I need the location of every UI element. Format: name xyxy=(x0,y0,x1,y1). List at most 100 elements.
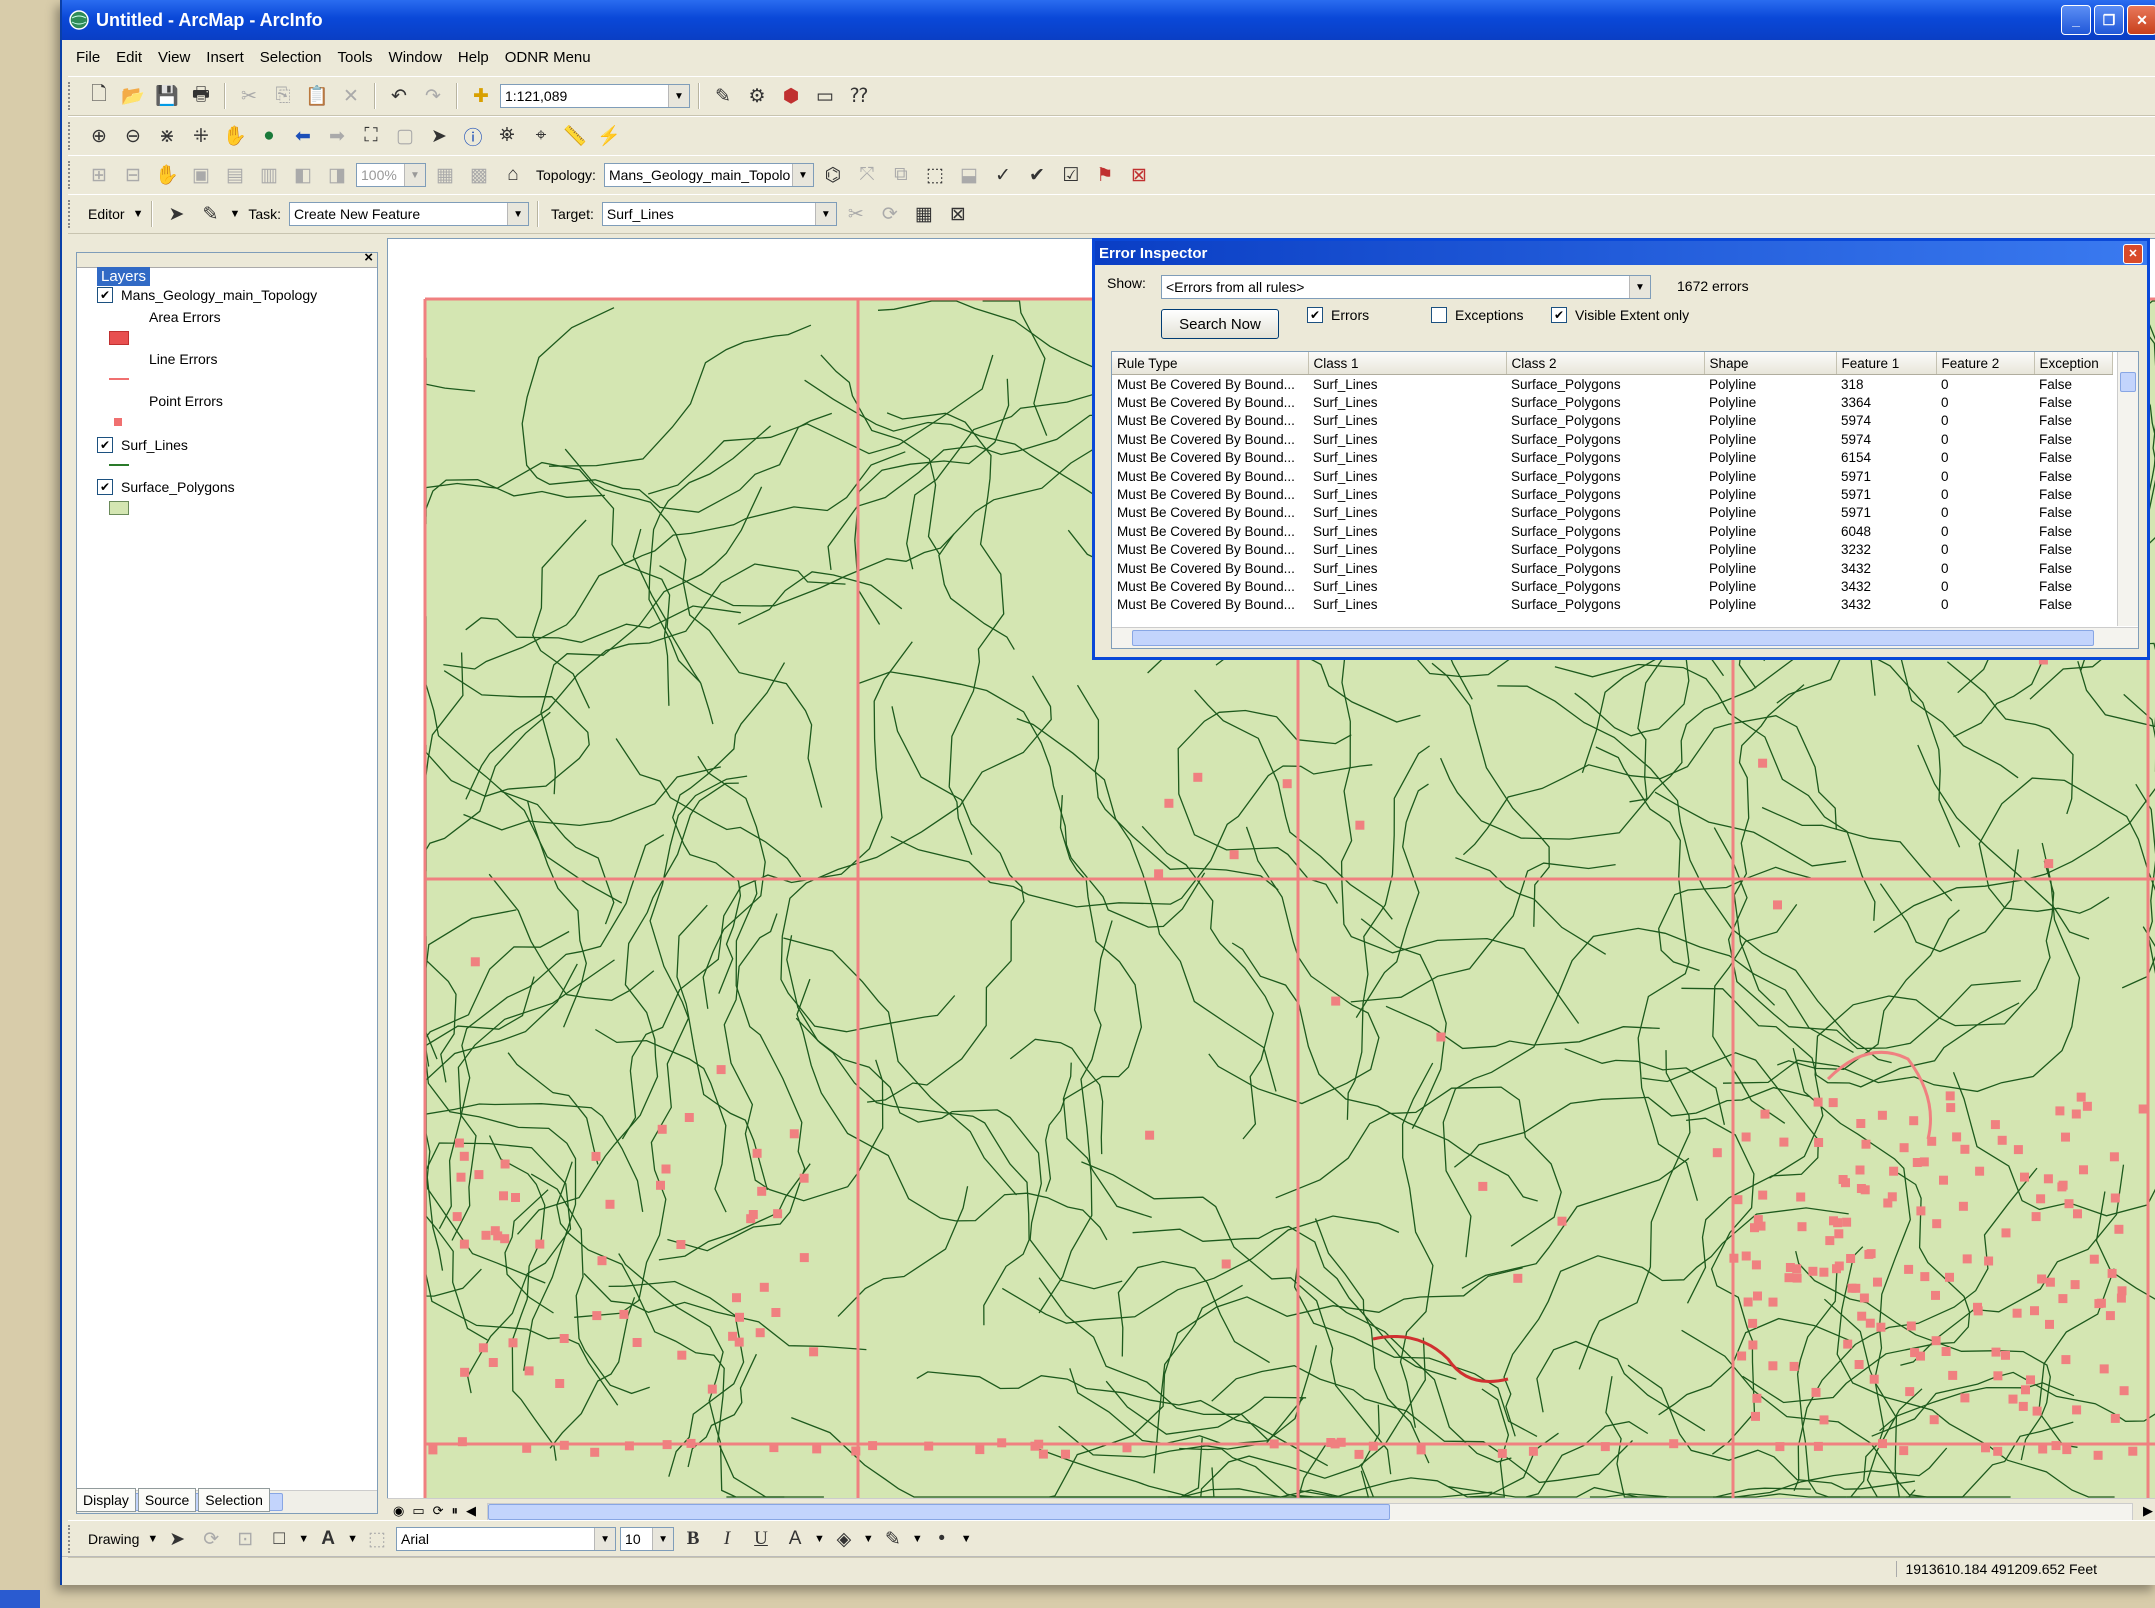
topology-combo[interactable]: Mans_Geology_main_Topolo ▼ xyxy=(603,163,814,187)
underline-button[interactable]: U xyxy=(746,1524,776,1554)
menu-selection[interactable]: Selection xyxy=(260,49,322,66)
rotate-icon[interactable]: ⟳ xyxy=(196,1524,226,1554)
table-row[interactable]: Must Be Covered By Bound... Surf_Lines Sur… xyxy=(1112,393,2112,411)
whats-this-icon[interactable]: ⁇ xyxy=(844,81,874,111)
target-combo[interactable]: Surf_Lines ▼ xyxy=(601,202,837,226)
layout-pan-icon[interactable]: ✋ xyxy=(152,160,182,190)
editor-menu[interactable]: Editor xyxy=(88,206,125,222)
paste-icon[interactable]: 📋 xyxy=(302,81,332,111)
scroll-right-icon[interactable]: ▶ xyxy=(2143,1503,2153,1519)
split-tool-icon[interactable]: ✂ xyxy=(841,199,871,229)
back-arrow-icon[interactable]: ⬅ xyxy=(288,121,318,151)
chevron-down-icon[interactable]: ▼ xyxy=(229,208,240,220)
go-to-xy-icon[interactable]: ⌖ xyxy=(526,121,556,151)
table-row[interactable]: Must Be Covered By Bound... Surf_Lines Sur… xyxy=(1112,430,2112,448)
font-color-icon[interactable]: A xyxy=(780,1524,810,1554)
grid-horizontal-scrollbar[interactable] xyxy=(1112,627,2138,648)
bold-button[interactable]: B xyxy=(678,1524,708,1554)
change-layout-icon[interactable]: ⌂ xyxy=(498,160,528,190)
sketch-properties-icon[interactable]: ⊠ xyxy=(943,199,973,229)
table-row[interactable]: Must Be Covered By Bound... Surf_Lines Sur… xyxy=(1112,541,2112,559)
chevron-down-icon[interactable]: ▼ xyxy=(961,1533,972,1545)
fix-topology-error-icon[interactable]: ⚑ xyxy=(1090,160,1120,190)
tab-display[interactable]: Display xyxy=(76,1488,136,1512)
validate-topology-extent-icon[interactable]: ✓ xyxy=(988,160,1018,190)
undo-icon[interactable]: ↶ xyxy=(384,81,414,111)
add-data-icon[interactable]: ✚ xyxy=(466,81,496,111)
zoom-selected-elements-icon[interactable]: ⊡ xyxy=(230,1524,260,1554)
column-header[interactable]: Feature 1 xyxy=(1836,352,1937,375)
layout-forward-icon[interactable]: ◨ xyxy=(322,160,352,190)
chevron-down-icon[interactable]: ▼ xyxy=(298,1533,309,1545)
menu-window[interactable]: Window xyxy=(389,49,442,66)
menu-view[interactable]: View xyxy=(158,49,190,66)
marker-color-icon[interactable]: • xyxy=(927,1524,957,1554)
redo-icon[interactable]: ↷ xyxy=(418,81,448,111)
line-color-icon[interactable]: ✎ xyxy=(878,1524,908,1554)
rectangle-tool-icon[interactable]: □ xyxy=(264,1524,294,1554)
checkbox-checked-icon[interactable]: ✔ xyxy=(97,287,113,303)
italic-button[interactable]: I xyxy=(712,1524,742,1554)
close-button[interactable]: ✕ xyxy=(2127,5,2155,35)
new-text-icon[interactable]: A xyxy=(313,1524,343,1554)
font-size-combo[interactable]: 10 ▼ xyxy=(620,1527,675,1551)
select-features-icon[interactable]: ⛶ xyxy=(356,121,386,151)
save-icon[interactable]: 💾 xyxy=(152,81,182,111)
table-row[interactable]: Must Be Covered By Bound... Surf_Lines Sur… xyxy=(1112,412,2112,430)
task-combo[interactable]: Create New Feature ▼ xyxy=(289,202,530,226)
menu-odnr[interactable]: ODNR Menu xyxy=(505,49,591,66)
layout-zoom-combo[interactable]: 100% ▼ xyxy=(356,163,426,187)
pan-hand-icon[interactable]: ✋ xyxy=(220,121,250,151)
visible-extent-checkbox[interactable]: ✔ Visible Extent only xyxy=(1551,307,1689,323)
column-header[interactable]: Class 2 xyxy=(1506,352,1705,375)
zoom-out-icon[interactable]: ⊖ xyxy=(118,121,148,151)
exceptions-checkbox[interactable]: Exceptions xyxy=(1431,307,1523,323)
identify-icon[interactable]: ⓘ xyxy=(458,121,488,151)
search-now-button[interactable]: Search Now xyxy=(1161,309,1279,339)
planarize-icon[interactable]: ⬓ xyxy=(954,160,984,190)
topology-edit-tool-icon[interactable]: ⤧ xyxy=(852,160,882,190)
construct-features-icon[interactable]: ⬚ xyxy=(920,160,950,190)
column-header[interactable]: Shape xyxy=(1704,352,1837,375)
new-document-icon[interactable]: 🗋 xyxy=(84,81,114,111)
column-header[interactable]: Class 1 xyxy=(1308,352,1507,375)
focus-data-frame-icon[interactable]: ▩ xyxy=(464,160,494,190)
open-folder-icon[interactable]: 📂 xyxy=(118,81,148,111)
menu-file[interactable]: File xyxy=(76,49,100,66)
chevron-down-icon[interactable]: ▼ xyxy=(668,85,689,107)
command-line-icon[interactable]: ▭ xyxy=(810,81,840,111)
attributes-icon[interactable]: ▦ xyxy=(909,199,939,229)
tab-selection[interactable]: Selection xyxy=(198,1488,270,1512)
table-row[interactable]: Must Be Covered By Bound... Surf_Lines Sur… xyxy=(1112,449,2112,467)
checkbox-checked-icon[interactable]: ✔ xyxy=(97,437,113,453)
table-row[interactable]: Must Be Covered By Bound... Surf_Lines Sur… xyxy=(1112,467,2112,485)
restore-button[interactable]: ❐ xyxy=(2094,5,2124,35)
surf-lines-layer[interactable]: ✔ Surf_Lines xyxy=(97,437,188,453)
layers-dataframe[interactable]: Layers xyxy=(97,267,151,286)
map-topology-icon[interactable]: ⌬ xyxy=(818,160,848,190)
topology-layer[interactable]: ✔ Mans_Geology_main_Topology xyxy=(97,287,317,303)
column-header[interactable]: Exception xyxy=(2034,352,2113,375)
measure-icon[interactable]: 📏 xyxy=(560,121,590,151)
edit-vertices-icon[interactable]: ⬚ xyxy=(362,1524,392,1554)
menu-help[interactable]: Help xyxy=(458,49,489,66)
select-elements-icon[interactable]: ➤ xyxy=(162,1524,192,1554)
fill-color-icon[interactable]: ◈ xyxy=(829,1524,859,1554)
checkbox-checked-icon[interactable]: ✔ xyxy=(97,479,113,495)
forward-arrow-icon[interactable]: ➡ xyxy=(322,121,352,151)
errors-checkbox[interactable]: ✔ Errors xyxy=(1307,307,1369,323)
table-row[interactable]: Must Be Covered By Bound... Surf_Lines Sur… xyxy=(1112,596,2112,614)
error-inspector-icon[interactable]: ⊠ xyxy=(1124,160,1154,190)
table-row[interactable]: Must Be Covered By Bound... Surf_Lines Sur… xyxy=(1112,522,2112,540)
refresh-icon[interactable]: ⟳ xyxy=(433,1503,444,1519)
select-elements-icon[interactable]: ➤ xyxy=(424,121,454,151)
delete-icon[interactable]: ✕ xyxy=(336,81,366,111)
validate-entire-topology-icon[interactable]: ☑ xyxy=(1056,160,1086,190)
chevron-down-icon[interactable]: ▼ xyxy=(147,1533,158,1545)
zoom-whole-page-icon[interactable]: ▣ xyxy=(186,160,216,190)
zoom-in-icon[interactable]: ⊕ xyxy=(84,121,114,151)
font-combo[interactable]: Arial ▼ xyxy=(396,1527,617,1551)
layout-view-icon[interactable]: ▭ xyxy=(412,1503,424,1519)
chevron-down-icon[interactable]: ▼ xyxy=(814,1533,825,1545)
full-extent-globe-icon[interactable]: ● xyxy=(254,121,284,151)
